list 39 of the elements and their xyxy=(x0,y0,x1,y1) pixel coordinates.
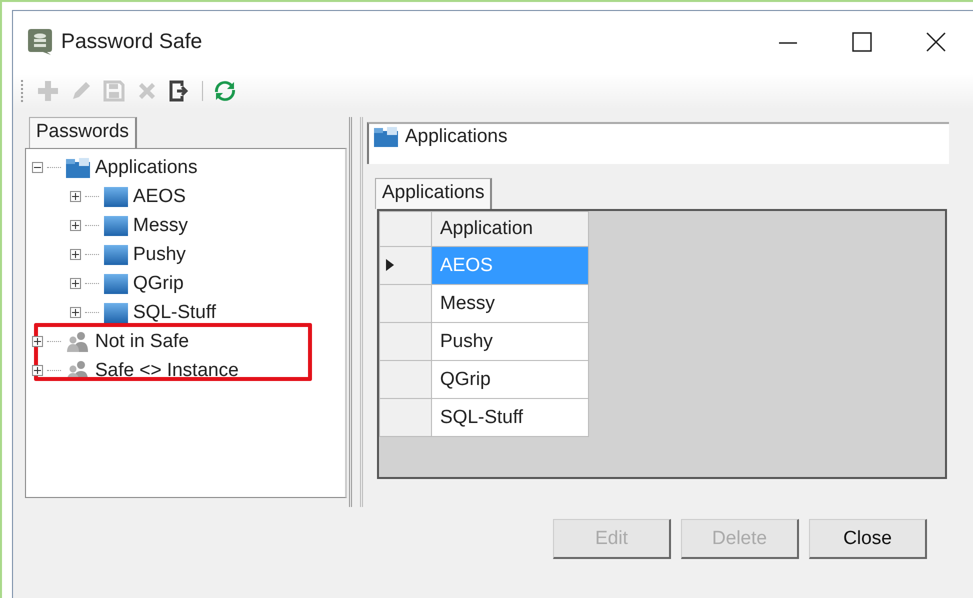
exit-icon[interactable] xyxy=(169,80,191,102)
tree-item[interactable]: Safe <> Instance xyxy=(95,360,239,382)
tree-item[interactable]: Messy xyxy=(133,214,188,236)
expand-icon[interactable] xyxy=(32,365,43,376)
table-cell[interactable]: SQL-Stuff xyxy=(432,398,588,436)
refresh-icon[interactable] xyxy=(214,80,236,102)
tab[interactable]: Applications xyxy=(375,178,492,209)
tree-item[interactable]: Not in Safe xyxy=(95,330,189,352)
tree-item[interactable]: AEOS xyxy=(133,186,186,208)
expand-icon[interactable] xyxy=(70,220,81,231)
square-icon xyxy=(103,244,129,266)
folder-icon xyxy=(373,126,399,148)
tree-item[interactable]: Applications xyxy=(95,156,198,178)
header-title: Applications xyxy=(405,126,508,148)
collapse-icon[interactable] xyxy=(32,162,43,173)
close-icon[interactable] xyxy=(926,32,946,52)
folder-icon xyxy=(65,156,91,178)
button[interactable]: Close xyxy=(809,519,927,559)
expand-icon[interactable] xyxy=(70,278,81,289)
square-icon xyxy=(103,214,129,236)
square-icon xyxy=(103,302,129,324)
expand-icon[interactable] xyxy=(70,307,81,318)
people-icon xyxy=(65,330,91,352)
app-icon xyxy=(27,28,53,56)
expand-icon[interactable] xyxy=(70,191,81,202)
column-header[interactable]: Application xyxy=(432,212,588,246)
table-cell[interactable]: QGrip xyxy=(432,360,588,398)
tree-item[interactable]: QGrip xyxy=(133,272,184,294)
expand-icon[interactable] xyxy=(70,249,81,260)
tree-item[interactable]: Pushy xyxy=(133,244,186,266)
tree-item[interactable]: SQL-Stuff xyxy=(133,302,216,324)
tab[interactable]: Passwords xyxy=(29,117,137,148)
square-icon xyxy=(103,186,129,208)
expand-icon[interactable] xyxy=(32,336,43,347)
table-cell[interactable]: Messy xyxy=(432,284,588,322)
window-title: Password Safe xyxy=(61,30,204,54)
table-cell[interactable]: Pushy xyxy=(432,322,588,360)
maximize-icon[interactable] xyxy=(852,32,872,52)
square-icon xyxy=(103,272,129,294)
